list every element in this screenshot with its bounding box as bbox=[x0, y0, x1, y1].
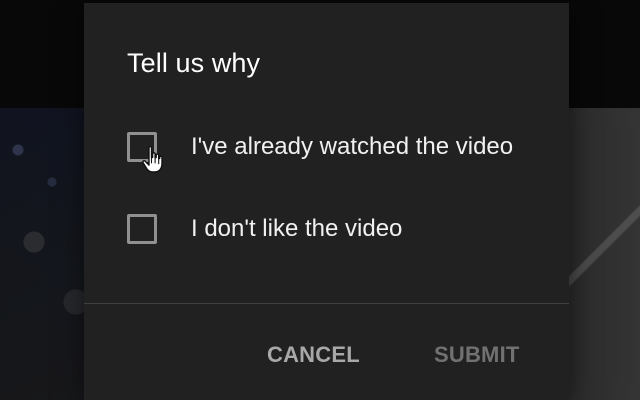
already-watched-label: I've already watched the video bbox=[191, 133, 514, 160]
video-page-background: Tell us why I've already watched the vid… bbox=[0, 0, 640, 400]
dialog-divider bbox=[84, 303, 569, 304]
cancel-button[interactable]: CANCEL bbox=[267, 342, 360, 368]
dialog-title: Tell us why bbox=[127, 48, 261, 78]
already-watched-option[interactable]: I've already watched the video bbox=[127, 129, 513, 165]
dont-like-label: I don't like the video bbox=[191, 215, 403, 242]
tell-us-why-dialog: Tell us why I've already watched the vid… bbox=[84, 3, 569, 400]
submit-button: SUBMIT bbox=[434, 342, 520, 367]
already-watched-checkbox[interactable] bbox=[127, 132, 157, 162]
dont-like-option[interactable]: I don't like the video bbox=[127, 211, 402, 247]
dont-like-checkbox[interactable] bbox=[127, 214, 157, 244]
